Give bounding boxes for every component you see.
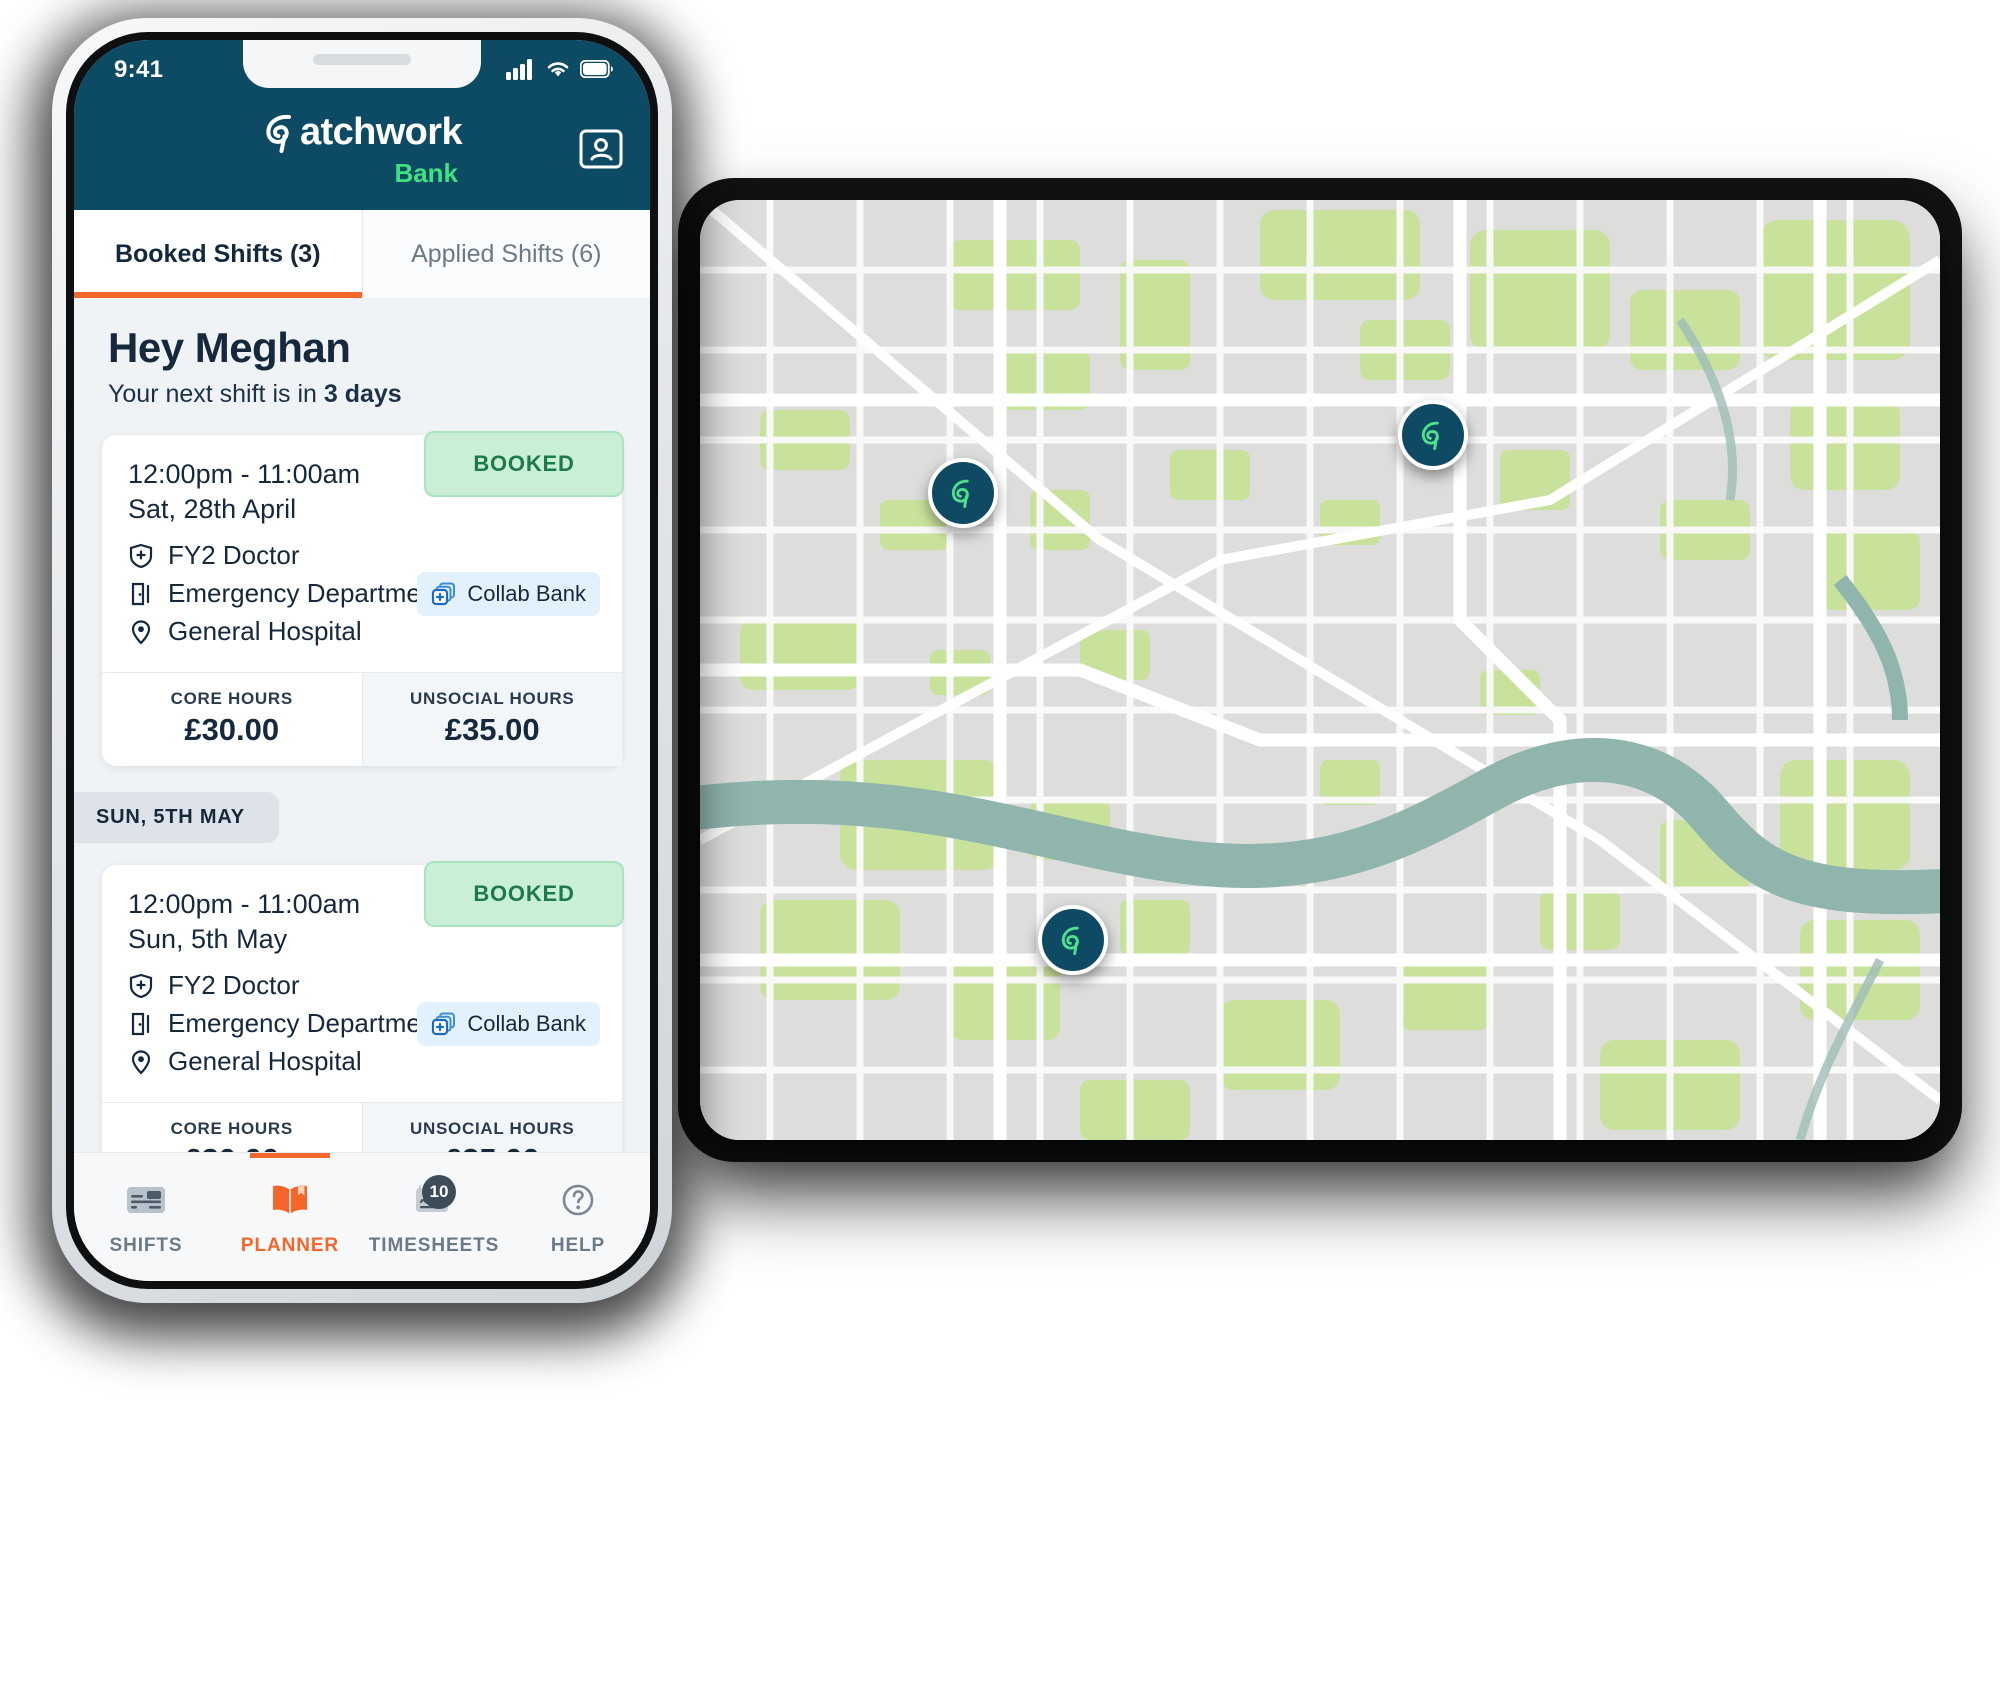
- nav-shifts[interactable]: SHIFTS: [74, 1153, 218, 1281]
- brand-main-text: atchwork: [299, 111, 463, 153]
- collab-bank-badge[interactable]: Collab Bank: [417, 572, 600, 617]
- earpiece-speaker: [313, 54, 411, 65]
- unsocial-hours-label: UNSOCIAL HOURS: [410, 1119, 575, 1139]
- location-pin-icon: [131, 619, 151, 645]
- status-time: 9:41: [114, 56, 164, 83]
- shift-role-row: FY2 Doctor: [128, 540, 596, 571]
- shift-department: Emergency Department: [168, 1008, 443, 1039]
- brand-name-row: atchwork: [262, 110, 463, 154]
- core-hours-label: CORE HOURS: [170, 689, 293, 709]
- nav-help-label: HELP: [550, 1235, 606, 1256]
- patchwork-pin-south[interactable]: [1038, 905, 1108, 975]
- core-hours-value: £30.00: [184, 712, 280, 748]
- tab-applied-shifts[interactable]: Applied Shifts (6): [362, 210, 650, 298]
- shift-rates: CORE HOURS £30.00 UNSOCIAL HOURS £35.00: [102, 672, 622, 767]
- map-panel[interactable]: [700, 200, 1940, 1140]
- collab-bank-label: Collab Bank: [467, 581, 586, 607]
- shift-role-row: FY2 Doctor: [128, 970, 596, 1001]
- nav-planner-label: PLANNER: [240, 1235, 340, 1256]
- unsocial-hours-label: UNSOCIAL HOURS: [410, 689, 575, 709]
- shift-department: Emergency Department: [168, 578, 443, 609]
- wifi-icon: [547, 62, 569, 77]
- next-shift-days: 3 days: [323, 380, 402, 408]
- phone-device: 9:41 atchwork Bank Booked Shifts (3) App…: [52, 18, 672, 1303]
- shield-plus-icon: [129, 543, 153, 568]
- door-icon: [131, 582, 150, 605]
- shift-card[interactable]: BOOKED 12:00pm - 11:00am Sun, 5th May FY…: [102, 861, 624, 1197]
- profile-button[interactable]: [578, 126, 624, 172]
- battery-icon: [580, 60, 613, 78]
- shift-card-body: BOOKED 12:00pm - 11:00am Sun, 5th May FY…: [102, 861, 624, 1102]
- open-book-icon: [273, 1185, 307, 1214]
- brand-sub-text: Bank: [394, 158, 459, 188]
- card-list-icon: [127, 1187, 165, 1213]
- unsocial-hours-cell: UNSOCIAL HOURS £35.00: [361, 673, 622, 767]
- phone-bezel: 9:41 atchwork Bank Booked Shifts (3) App…: [66, 32, 658, 1289]
- patchwork-pin-north-east[interactable]: [1398, 400, 1468, 470]
- status-badge: BOOKED: [424, 861, 624, 928]
- shift-role: FY2 Doctor: [168, 540, 300, 571]
- door-icon: [131, 1012, 150, 1035]
- shift-card[interactable]: BOOKED 12:00pm - 11:00am Sat, 28th April: [102, 431, 624, 767]
- tab-booked-shifts-label: Booked Shifts (3): [114, 239, 321, 268]
- page-title: Hey Meghan: [108, 324, 351, 371]
- profile-card-icon: [579, 129, 623, 169]
- status-icons: [506, 58, 614, 80]
- next-shift-text: Your next shift is in 3 days: [108, 380, 616, 409]
- collab-stack-icon: [432, 1012, 456, 1036]
- greeting-block: Hey Meghan Your next shift is in 3 days: [74, 298, 650, 413]
- shift-time-range: 12:00pm - 11:00am: [128, 889, 361, 920]
- bottom-navigation[interactable]: SHIFTS PLANNER 10 TIMESHEETS HELP: [74, 1152, 650, 1281]
- nav-planner[interactable]: PLANNER: [218, 1153, 362, 1281]
- shift-location: General Hospital: [168, 616, 362, 647]
- nav-timesheets[interactable]: 10 TIMESHEETS: [362, 1153, 506, 1281]
- nav-shifts-label: SHIFTS: [109, 1235, 183, 1256]
- shield-plus-icon: [129, 973, 153, 998]
- shift-location-row: General Hospital: [128, 1046, 596, 1077]
- status-bar: 9:41: [74, 40, 650, 100]
- shift-role: FY2 Doctor: [168, 970, 300, 1001]
- nav-timesheets-label: TIMESHEETS: [368, 1235, 500, 1256]
- next-shift-prefix: Your next shift is in: [108, 380, 324, 408]
- shift-location-row: General Hospital: [128, 616, 596, 647]
- phone-notch: [243, 40, 481, 88]
- location-pin-icon: [131, 1050, 151, 1075]
- patchwork-pin-north-west[interactable]: [928, 458, 998, 528]
- patchwork-leaf-icon: [1421, 421, 1439, 451]
- tab-booked-shifts[interactable]: Booked Shifts (3): [74, 210, 362, 298]
- shift-time-range: 12:00pm - 11:00am: [128, 459, 361, 489]
- shift-list-scroll[interactable]: Hey Meghan Your next shift is in 3 days …: [74, 298, 650, 1281]
- shift-card-body: BOOKED 12:00pm - 11:00am Sat, 28th April: [102, 431, 624, 672]
- map-canvas[interactable]: [700, 200, 1940, 1140]
- shift-tabs[interactable]: Booked Shifts (3) Applied Shifts (6): [74, 210, 650, 298]
- nav-help[interactable]: HELP: [506, 1153, 650, 1281]
- tab-applied-shifts-label: Applied Shifts (6): [411, 239, 602, 268]
- patchwork-leaf-icon: [1061, 926, 1079, 956]
- phone-screen[interactable]: 9:41 atchwork Bank Booked Shifts (3) App…: [74, 40, 650, 1281]
- collab-bank-label: Collab Bank: [467, 1011, 586, 1037]
- core-hours-label: CORE HOURS: [170, 1119, 293, 1139]
- day-divider-sun: SUN, 5TH MAY: [74, 792, 279, 844]
- collab-stack-icon: [432, 582, 456, 606]
- status-badge: BOOKED: [424, 431, 624, 497]
- app-header: atchwork Bank: [74, 100, 650, 210]
- collab-bank-badge[interactable]: Collab Bank: [417, 1002, 600, 1047]
- patchwork-leaf-icon: [266, 114, 291, 153]
- app-logo: atchwork Bank: [262, 110, 463, 188]
- patchwork-leaf-icon: [951, 479, 969, 509]
- cellular-signal-icon: [506, 59, 532, 80]
- shift-location: General Hospital: [168, 1046, 362, 1077]
- question-circle-icon: [562, 1184, 594, 1216]
- unsocial-hours-value: £35.00: [444, 712, 540, 748]
- core-hours-cell: CORE HOURS £30.00: [102, 673, 362, 766]
- map-graphic: [700, 200, 1940, 1140]
- timesheets-count-badge: 10: [422, 1175, 456, 1209]
